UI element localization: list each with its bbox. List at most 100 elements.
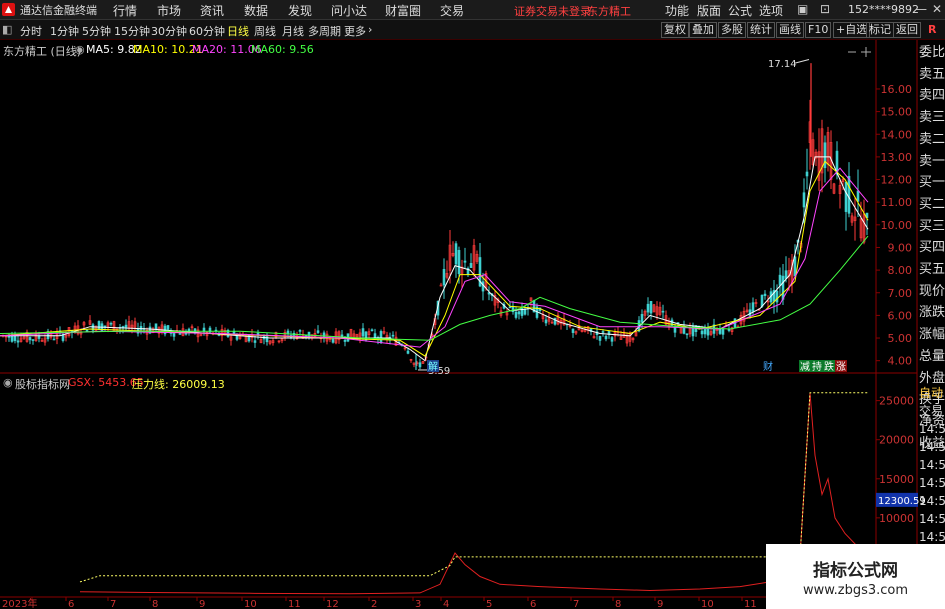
side-trade-label: 14:56 xyxy=(919,494,945,508)
trade-side-panel: 自动交易14:5614:5614:5614:5614:5614:5614:56 xyxy=(919,384,945,546)
marker-jian: 减 xyxy=(800,361,810,373)
candle-body xyxy=(856,190,860,202)
candle-body xyxy=(454,243,458,265)
candle-body xyxy=(673,326,677,333)
candle-body xyxy=(823,142,827,169)
side-label: 卖三 xyxy=(919,110,945,126)
x-tick-label: 8 xyxy=(615,599,621,609)
candle-body xyxy=(727,329,731,331)
side-label: 卖五 xyxy=(919,66,945,82)
candle-body xyxy=(646,303,650,313)
x-tick-label: 7 xyxy=(110,599,116,609)
candle-body xyxy=(316,330,320,333)
candle-body xyxy=(610,337,614,342)
candle-body xyxy=(844,181,848,212)
candle-body xyxy=(172,332,176,337)
gsx-tick-label: 10000 xyxy=(879,512,914,525)
price-tick-label: 10.00 xyxy=(881,219,913,232)
candle-body xyxy=(763,293,767,296)
x-tick-label: 2 xyxy=(371,599,377,609)
candle-body xyxy=(517,311,521,315)
candle-body xyxy=(508,306,512,309)
candle-body xyxy=(544,319,548,324)
gsx-tick-label: 20000 xyxy=(879,434,914,447)
settings-gear-icon[interactable]: ◉ xyxy=(75,43,85,56)
x-tick-label: 11 xyxy=(288,599,301,609)
price-tick-label: 11.00 xyxy=(881,196,913,209)
side-trade-label: 14:56 xyxy=(919,512,945,526)
candle-body xyxy=(661,310,665,313)
price-tick-label: 12.00 xyxy=(881,174,913,187)
candle-body xyxy=(781,275,785,300)
candle-body xyxy=(154,323,158,330)
candle-body xyxy=(307,331,311,338)
side-trade-label[interactable]: 交易 xyxy=(919,402,945,420)
candle-body xyxy=(751,302,755,312)
price-tick-label: 14.00 xyxy=(881,128,913,141)
marker-die: 跌 xyxy=(824,360,834,373)
marker-zhang: 涨 xyxy=(836,361,846,373)
candle-body xyxy=(166,325,170,330)
candle-body xyxy=(700,330,704,335)
candle-body xyxy=(721,328,725,335)
candle-body xyxy=(784,270,788,279)
ma60-label: MA60: 9.56 xyxy=(251,43,314,56)
candle-body xyxy=(805,171,809,177)
side-label: 总量 xyxy=(919,348,945,364)
candle-body xyxy=(256,332,260,335)
marker-chi: 持 xyxy=(812,360,822,373)
marker-cai: 财 xyxy=(763,360,773,373)
side-label: 涨幅 xyxy=(919,327,945,343)
side-label: 买五 xyxy=(919,262,945,278)
x-tick-label: 6 xyxy=(68,599,74,609)
candle-body xyxy=(457,250,461,274)
candle-body xyxy=(370,329,374,332)
x-tick-label: 12 xyxy=(326,599,339,609)
candle-body xyxy=(604,335,608,340)
x-tick-label: 9 xyxy=(199,599,205,609)
candle-body xyxy=(775,290,779,303)
x-tick-label: 10 xyxy=(701,599,714,609)
side-label: 委比 xyxy=(919,45,945,60)
marker-jie: 解 xyxy=(428,360,438,373)
plus-icon xyxy=(861,47,871,57)
price-tick-label: 16.00 xyxy=(881,83,913,96)
candle-body xyxy=(124,324,128,328)
side-label: 涨跌 xyxy=(919,305,945,321)
indicator-gear-icon[interactable]: ◉ xyxy=(3,376,13,389)
side-trade-label[interactable]: 自动 xyxy=(919,384,945,402)
candle-body xyxy=(298,330,302,332)
candle-body xyxy=(703,328,707,335)
candle-body xyxy=(343,339,347,342)
candle-body xyxy=(16,340,20,343)
candle-body xyxy=(37,335,41,339)
side-label: 现价 xyxy=(919,283,945,299)
candle-body xyxy=(601,331,605,333)
candle-body xyxy=(52,338,56,341)
side-label: 买一 xyxy=(919,175,945,191)
price-tick-label: 4.00 xyxy=(888,355,913,368)
candle-body xyxy=(598,335,602,341)
candle-body xyxy=(361,328,365,337)
high-pointer xyxy=(794,59,810,64)
candle-body xyxy=(748,309,752,316)
stock-chart[interactable]: 4.00 5.00 6.00 7.00 8.00 9.00 10.00 11.00 12.00 1… xyxy=(0,0,945,609)
candle-body xyxy=(463,260,467,263)
x-tick-label: 3 xyxy=(415,599,421,609)
x-tick-label: 5 xyxy=(486,599,492,609)
candle-body xyxy=(406,350,410,354)
candle-body xyxy=(685,333,689,336)
watermark: 指标公式网 www.zbgs3.com xyxy=(766,544,945,609)
watermark-url: www.zbgs3.com xyxy=(802,583,909,598)
x-tick-label: 6 xyxy=(530,599,536,609)
x-tick-label: 7 xyxy=(573,599,579,609)
candle-body xyxy=(379,331,383,343)
pressure-label: 压力线: 26009.13 xyxy=(132,378,225,391)
side-label: 买四 xyxy=(919,240,945,256)
gsx-line xyxy=(79,392,871,595)
x-tick-label: 8 xyxy=(152,599,158,609)
side-trade-label: 14:56 xyxy=(919,458,945,472)
side-label: 买二 xyxy=(919,196,945,212)
candle-body xyxy=(847,175,851,214)
candle-body xyxy=(103,325,107,328)
